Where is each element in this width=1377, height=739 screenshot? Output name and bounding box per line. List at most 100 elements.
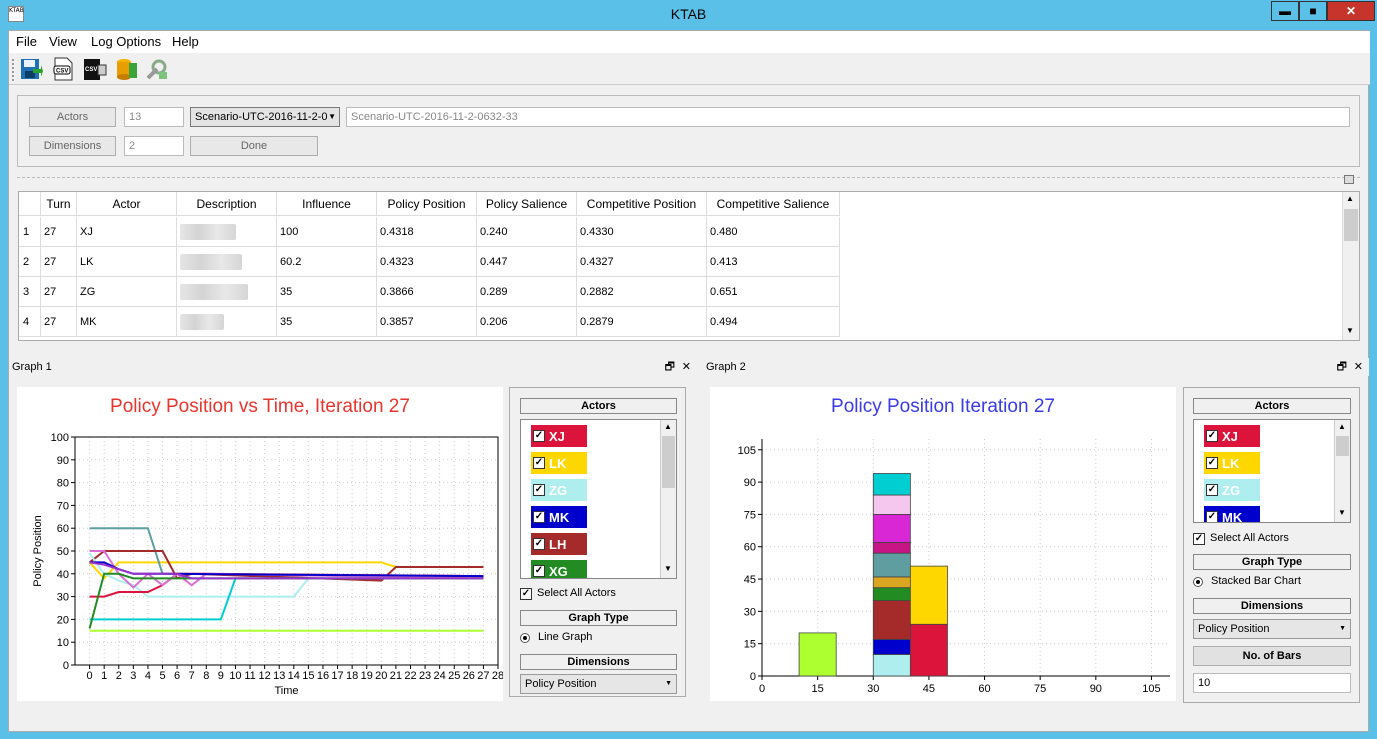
cell-cp[interactable]: 0.2879	[577, 307, 707, 337]
panel-splitter[interactable]	[17, 175, 1360, 184]
cell-actor[interactable]: XJ	[77, 217, 177, 247]
row-header[interactable]: 1	[19, 217, 41, 247]
dimensions-count-field[interactable]: 2	[124, 136, 184, 156]
col-header-competitive-salience[interactable]: Competitive Salience	[707, 192, 840, 216]
scenario-name-field[interactable]: Scenario-UTC-2016-11-2-0632-33	[346, 107, 1350, 127]
actor-checkbox[interactable]: ✓	[533, 457, 545, 469]
cell-pp[interactable]: 0.3857	[377, 307, 477, 337]
csv-export-icon[interactable]: CSV	[51, 57, 75, 81]
actor-item[interactable]: ✓ MK	[531, 506, 587, 528]
scenario-select[interactable]: Scenario-UTC-2016-11-2-0 ▼	[190, 107, 340, 127]
cell-cs[interactable]: 0.494	[707, 307, 840, 337]
actors-count-field[interactable]: 13	[124, 107, 184, 127]
database-icon[interactable]	[115, 57, 139, 81]
cell-cs[interactable]: 0.651	[707, 277, 840, 307]
cell-description[interactable]	[177, 217, 277, 247]
scroll-thumb[interactable]	[1344, 209, 1358, 241]
scroll-down-icon[interactable]: ▼	[664, 564, 672, 573]
actor-item[interactable]: ✓ LK	[531, 452, 587, 474]
close-icon[interactable]: ✕	[682, 358, 691, 376]
cell-influence[interactable]: 100	[277, 217, 377, 247]
cell-pp[interactable]: 0.4323	[377, 247, 477, 277]
col-header-description[interactable]: Description	[177, 192, 277, 216]
save-icon[interactable]	[19, 57, 43, 81]
cell-description[interactable]	[177, 307, 277, 337]
cell-actor[interactable]: MK	[77, 307, 177, 337]
actor-item[interactable]: ✓ ZG	[531, 479, 587, 501]
cell-cp[interactable]: 0.4327	[577, 247, 707, 277]
scroll-thumb[interactable]	[662, 436, 675, 488]
float-icon[interactable]: 🗗	[1337, 358, 1347, 376]
minimize-button[interactable]: ▬	[1271, 1, 1299, 21]
table-scrollbar[interactable]: ▲ ▼	[1342, 192, 1359, 340]
cell-ps[interactable]: 0.206	[477, 307, 577, 337]
cell-influence[interactable]: 35	[277, 277, 377, 307]
cell-cp[interactable]: 0.2882	[577, 277, 707, 307]
csv-import-icon[interactable]: CSV	[83, 57, 107, 81]
cell-ps[interactable]: 0.447	[477, 247, 577, 277]
scroll-up-icon[interactable]: ▲	[1346, 194, 1354, 203]
row-header[interactable]: 3	[19, 277, 41, 307]
actor-item[interactable]: ✓ XG	[531, 560, 587, 578]
cell-influence[interactable]: 35	[277, 307, 377, 337]
dimensions-button[interactable]: Dimensions	[29, 136, 116, 156]
settings-tools-icon[interactable]	[145, 57, 169, 81]
dimension-select[interactable]: Policy Position ▼	[520, 674, 677, 694]
cell-cp[interactable]: 0.4330	[577, 217, 707, 247]
actors-button[interactable]: Actors	[29, 107, 116, 127]
splitter-handle[interactable]	[1344, 175, 1354, 184]
cell-cs[interactable]: 0.480	[707, 217, 840, 247]
stacked-bar-radio[interactable]	[1193, 577, 1203, 587]
col-header-influence[interactable]: Influence	[277, 192, 377, 216]
number-of-bars-input[interactable]: 10	[1193, 673, 1351, 693]
menu-file[interactable]: File	[16, 34, 37, 49]
cell-turn[interactable]: 27	[41, 307, 77, 337]
actor-checkbox[interactable]: ✓	[533, 511, 545, 523]
actor-checkbox[interactable]: ✓	[1206, 511, 1218, 522]
actor-checkbox[interactable]: ✓	[533, 538, 545, 550]
cell-influence[interactable]: 60.2	[277, 247, 377, 277]
cell-cs[interactable]: 0.413	[707, 247, 840, 277]
scroll-thumb[interactable]	[1336, 436, 1349, 456]
close-window-button[interactable]: ✕	[1327, 1, 1375, 21]
cell-turn[interactable]: 27	[41, 277, 77, 307]
cell-ps[interactable]: 0.240	[477, 217, 577, 247]
cell-ps[interactable]: 0.289	[477, 277, 577, 307]
row-header[interactable]: 4	[19, 307, 41, 337]
select-all-checkbox[interactable]: ✓	[1193, 533, 1205, 545]
cell-turn[interactable]: 27	[41, 217, 77, 247]
actor-item[interactable]: ✓ LK	[1204, 452, 1260, 474]
col-header-actor[interactable]: Actor	[77, 192, 177, 216]
row-header[interactable]: 2	[19, 247, 41, 277]
actor-item[interactable]: ✓ ZG	[1204, 479, 1260, 501]
cell-description[interactable]	[177, 247, 277, 277]
actor-checkbox[interactable]: ✓	[1206, 484, 1218, 496]
menu-log-options[interactable]: Log Options	[91, 34, 161, 49]
scroll-up-icon[interactable]: ▲	[1338, 422, 1346, 431]
menu-help[interactable]: Help	[172, 34, 199, 49]
scroll-down-icon[interactable]: ▼	[1338, 508, 1346, 517]
actor-checkbox[interactable]: ✓	[1206, 430, 1218, 442]
col-header-competitive-position[interactable]: Competitive Position	[577, 192, 707, 216]
close-icon[interactable]: ✕	[1354, 358, 1363, 376]
done-button[interactable]: Done	[190, 136, 318, 156]
scroll-up-icon[interactable]: ▲	[664, 422, 672, 431]
actor-item[interactable]: ✓ LH	[531, 533, 587, 555]
actor-checkbox[interactable]: ✓	[533, 484, 545, 496]
cell-actor[interactable]: LK	[77, 247, 177, 277]
actor-item[interactable]: ✓ MK	[1204, 506, 1260, 522]
actor-item[interactable]: ✓ XJ	[1204, 425, 1260, 447]
cell-actor[interactable]: ZG	[77, 277, 177, 307]
select-all-checkbox[interactable]: ✓	[520, 588, 532, 600]
menu-view[interactable]: View	[49, 34, 77, 49]
actor-checkbox[interactable]: ✓	[533, 430, 545, 442]
actor-item[interactable]: ✓ XJ	[531, 425, 587, 447]
line-graph-radio[interactable]	[520, 633, 530, 643]
cell-pp[interactable]: 0.4318	[377, 217, 477, 247]
dimension-select[interactable]: Policy Position ▼	[1193, 619, 1351, 639]
graph2-actor-scrollbar[interactable]: ▲ ▼	[1334, 420, 1350, 522]
scroll-down-icon[interactable]: ▼	[1346, 326, 1354, 335]
actor-checkbox[interactable]: ✓	[533, 565, 545, 577]
col-header-policy-position[interactable]: Policy Position	[377, 192, 477, 216]
col-header-policy-salience[interactable]: Policy Salience	[477, 192, 577, 216]
